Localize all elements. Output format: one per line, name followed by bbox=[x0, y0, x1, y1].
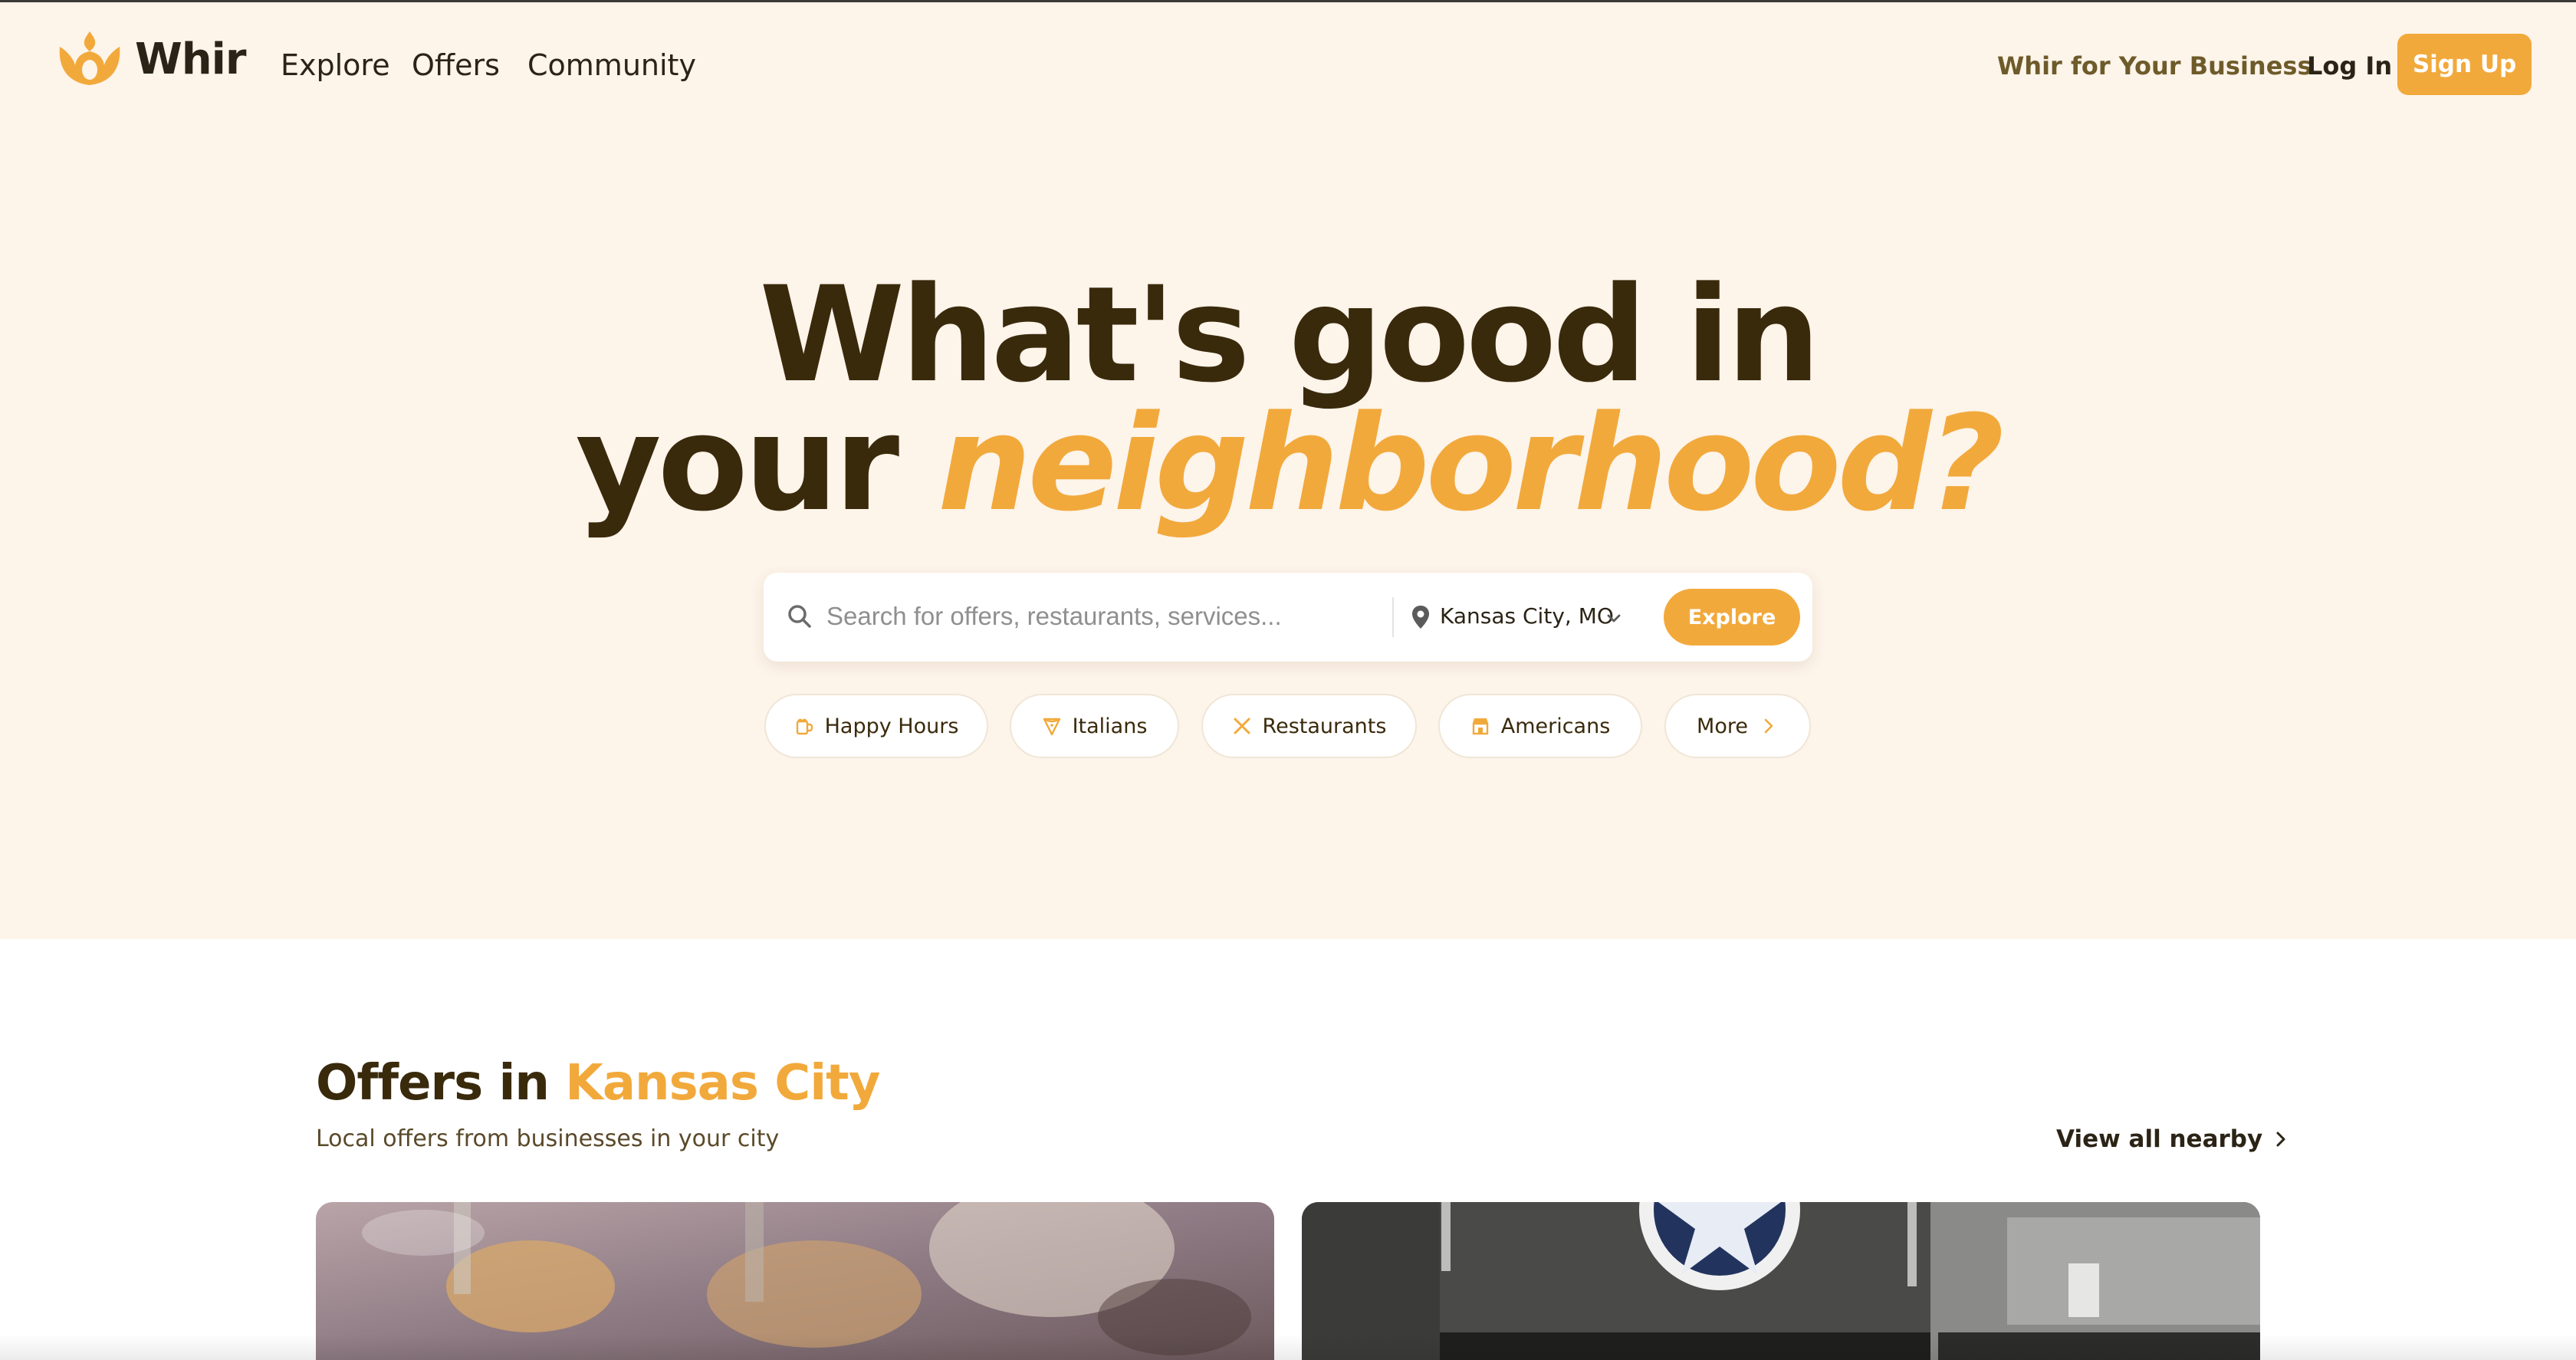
business-link[interactable]: Whir for Your Business bbox=[1997, 51, 2312, 80]
search-icon bbox=[788, 605, 811, 628]
chip-label: Italians bbox=[1072, 714, 1148, 738]
chip-label: More bbox=[1697, 714, 1748, 738]
nav-explore[interactable]: Explore bbox=[281, 48, 390, 82]
view-all-label: View all nearby bbox=[2056, 1125, 2263, 1153]
chevron-down-icon[interactable] bbox=[1605, 609, 1622, 626]
chip-label: Happy Hours bbox=[824, 714, 959, 738]
pizza-slice-icon bbox=[1043, 718, 1060, 736]
chip-more[interactable]: More bbox=[1664, 694, 1811, 758]
login-link[interactable]: Log In bbox=[2307, 51, 2392, 80]
chevron-right-icon bbox=[1764, 718, 1773, 734]
top-navigation: Whir Explore Offers Community Whir for Y… bbox=[0, 2, 2576, 125]
view-all-nearby-link[interactable]: View all nearby bbox=[2056, 1125, 2288, 1153]
headline-line2-plain: your bbox=[575, 386, 900, 540]
hero-headline: What's good in your neighborhood? bbox=[0, 269, 2576, 530]
search-input[interactable] bbox=[826, 591, 1363, 642]
whir-logo-icon[interactable] bbox=[55, 28, 124, 90]
offers-title-city: Kansas City bbox=[565, 1055, 880, 1112]
chip-happy-hours[interactable]: Happy Hours bbox=[764, 694, 988, 758]
beer-mug-icon bbox=[796, 718, 813, 735]
offer-card-1[interactable] bbox=[316, 1202, 1274, 1360]
storefront-icon bbox=[1472, 718, 1488, 735]
chip-label: Americans bbox=[1500, 714, 1611, 738]
chevron-right-icon bbox=[2276, 1132, 2285, 1147]
chip-americans[interactable]: Americans bbox=[1438, 694, 1642, 758]
headline-line2-accent: neighborhood? bbox=[938, 386, 2004, 540]
chip-restaurants[interactable]: Restaurants bbox=[1201, 694, 1417, 758]
explore-button[interactable]: Explore bbox=[1664, 589, 1800, 646]
hero-section: Whir Explore Offers Community Whir for Y… bbox=[0, 2, 2576, 939]
brand-name[interactable]: Whir bbox=[135, 34, 246, 84]
location-pin-icon bbox=[1412, 606, 1429, 629]
search-bar: Kansas City, MO Explore bbox=[764, 573, 1812, 662]
chip-italians[interactable]: Italians bbox=[1010, 694, 1179, 758]
chip-label: Restaurants bbox=[1262, 714, 1387, 738]
offers-section-title: Offers in Kansas City bbox=[316, 1055, 880, 1112]
search-divider bbox=[1392, 597, 1394, 637]
utensils-icon bbox=[1234, 718, 1250, 734]
nav-offers[interactable]: Offers bbox=[412, 48, 500, 82]
signup-button[interactable]: Sign Up bbox=[2397, 34, 2532, 95]
offers-title-plain: Offers in bbox=[316, 1055, 550, 1112]
location-selector[interactable]: Kansas City, MO bbox=[1440, 603, 1614, 629]
offer-card-image bbox=[1302, 1202, 2260, 1360]
offers-subtitle: Local offers from businesses in your cit… bbox=[316, 1125, 780, 1152]
offer-card-2[interactable] bbox=[1302, 1202, 2260, 1360]
nav-community[interactable]: Community bbox=[527, 48, 696, 82]
offer-card-image bbox=[316, 1202, 1274, 1360]
